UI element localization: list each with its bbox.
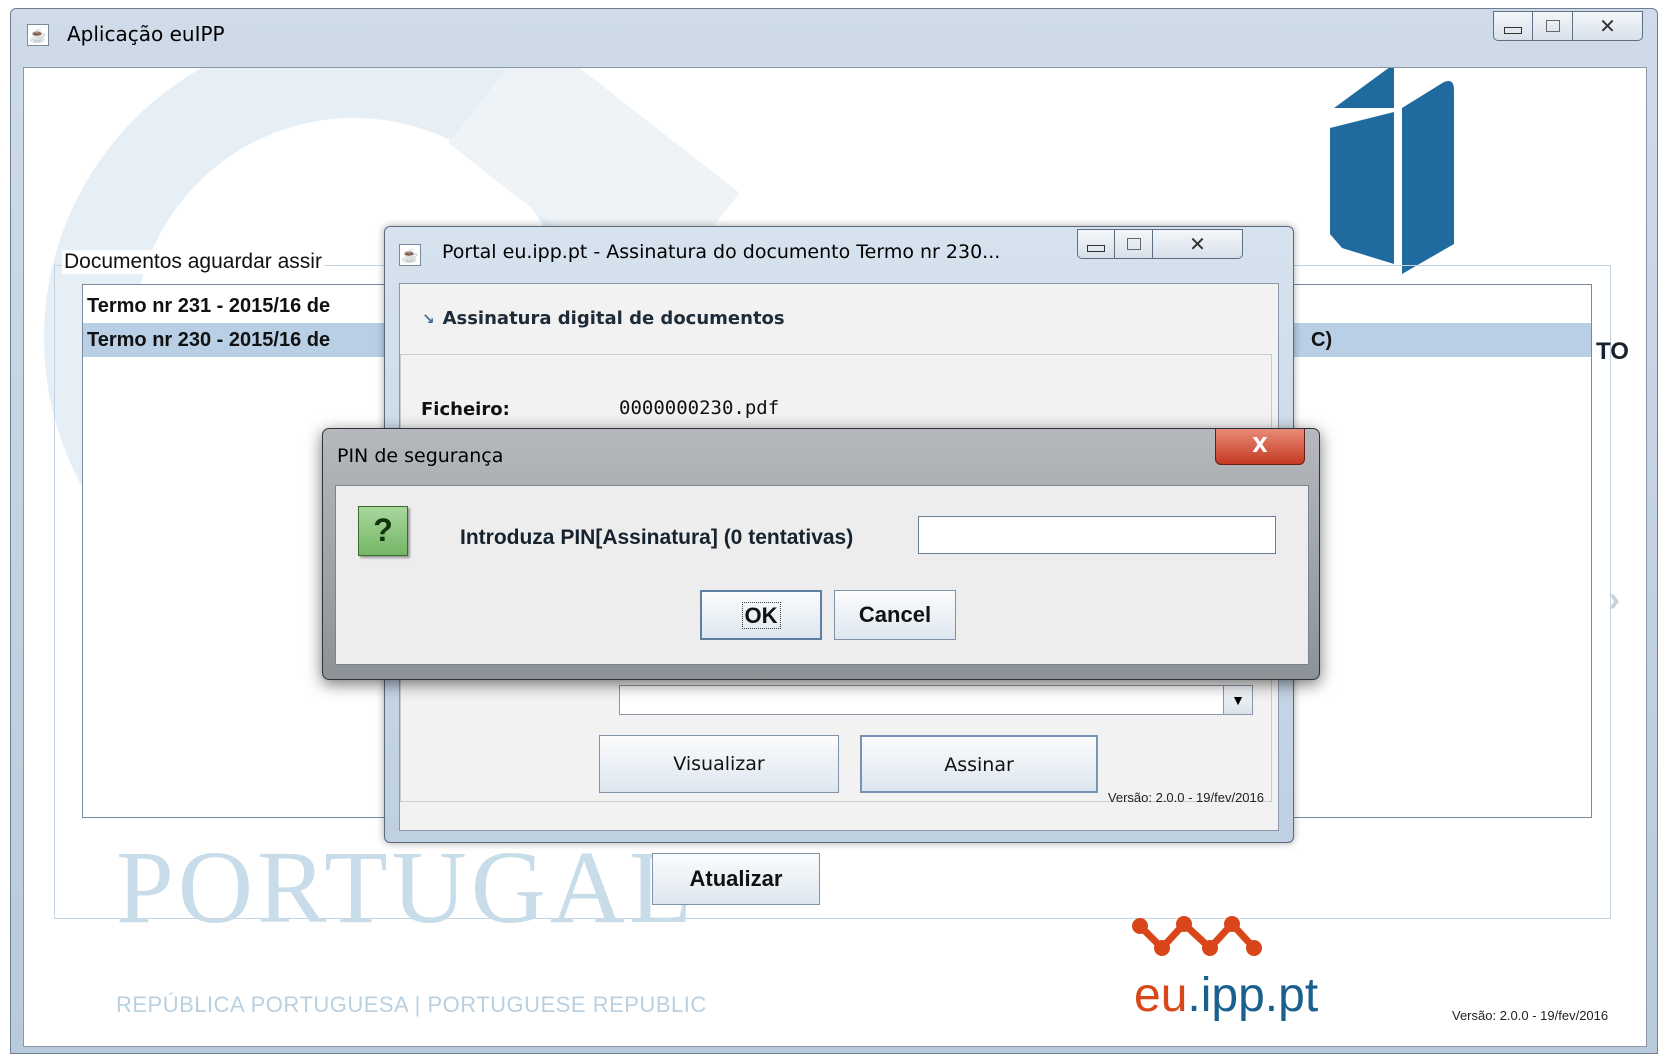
euipp-dots-logo-icon xyxy=(1132,916,1262,956)
signing-window-title: Portal eu.ipp.pt - Assinatura do documen… xyxy=(442,241,1001,263)
pin-dialog-title: PIN de segurança xyxy=(337,445,504,467)
close-icon: ✕ xyxy=(1599,14,1616,38)
euipp-wordmark: eu.ipp.pt xyxy=(1134,968,1318,1023)
signing-header-label: Assinatura digital de documentos xyxy=(442,308,785,329)
maximize-button[interactable] xyxy=(1533,11,1573,41)
minimize-icon xyxy=(1087,244,1105,252)
close-button[interactable]: ✕ xyxy=(1153,229,1243,259)
pin-prompt-label: Introduza PIN[Assinatura] (0 tentativas) xyxy=(460,526,854,549)
pin-dialog: PIN de segurança X ? Introduza PIN[Assin… xyxy=(322,428,1320,680)
arrow-down-right-icon: ↘ xyxy=(422,310,435,328)
signing-caption-buttons: ✕ xyxy=(1077,229,1243,259)
list-item-tail: C) xyxy=(1311,329,1333,351)
ok-button-label: OK xyxy=(741,602,781,629)
minimize-button[interactable] xyxy=(1077,229,1115,259)
file-label: Ficheiro: xyxy=(421,399,510,420)
chevron-down-icon[interactable]: ▼ xyxy=(1223,686,1252,714)
portugal-watermark: PORTUGAL xyxy=(116,830,697,945)
maximize-icon xyxy=(1545,20,1560,32)
main-version-label: Versão: 2.0.0 - 19/fev/2016 xyxy=(1452,1008,1609,1023)
signing-version-label: Versão: 2.0.0 - 19/fev/2016 xyxy=(1107,790,1264,805)
update-button[interactable]: Atualizar xyxy=(652,853,820,905)
main-titlebar[interactable]: ☕ Aplicação euIPP ✕ xyxy=(11,9,1657,63)
view-button[interactable]: Visualizar xyxy=(599,735,839,793)
pin-close-button[interactable]: X xyxy=(1215,429,1305,465)
signing-header: ↘ Assinatura digital de documentos xyxy=(422,308,785,329)
list-item-label: Termo nr 230 - 2015/16 de xyxy=(87,329,331,351)
java-icon: ☕ xyxy=(399,244,421,266)
euipp-wordmark-rest: .ipp.pt xyxy=(1187,969,1319,1022)
file-value: 0000000230.pdf xyxy=(619,397,780,419)
minimize-button[interactable] xyxy=(1493,11,1533,41)
close-icon: ✕ xyxy=(1189,232,1206,256)
maximize-icon xyxy=(1126,238,1141,250)
right-peek-text: TO xyxy=(1596,338,1629,365)
ok-button[interactable]: OK xyxy=(700,590,822,640)
chevron-right-icon: › xyxy=(1608,578,1620,619)
certificate-select[interactable]: ▼ xyxy=(619,685,1253,715)
cancel-button[interactable]: Cancel xyxy=(834,590,956,640)
sign-button[interactable]: Assinar xyxy=(860,735,1098,793)
documents-group-title: Documentos aguardar assir xyxy=(62,250,324,274)
ipp-logo-icon xyxy=(1330,68,1454,274)
euipp-wordmark-eu: eu xyxy=(1134,969,1188,1022)
question-icon: ? xyxy=(358,506,408,556)
portugal-subtitle: REPÚBLICA PORTUGUESA | PORTUGUESE REPUBL… xyxy=(116,992,707,1017)
close-icon: X xyxy=(1252,433,1268,457)
window-title: Aplicação euIPP xyxy=(67,22,225,46)
caption-buttons: ✕ xyxy=(1493,11,1643,41)
pin-dialog-content: ? Introduza PIN[Assinatura] (0 tentativa… xyxy=(335,485,1309,665)
java-icon: ☕ xyxy=(27,24,49,46)
minimize-icon xyxy=(1504,26,1522,34)
maximize-button[interactable] xyxy=(1115,229,1153,259)
pin-input[interactable] xyxy=(918,516,1276,554)
close-button[interactable]: ✕ xyxy=(1573,11,1643,41)
